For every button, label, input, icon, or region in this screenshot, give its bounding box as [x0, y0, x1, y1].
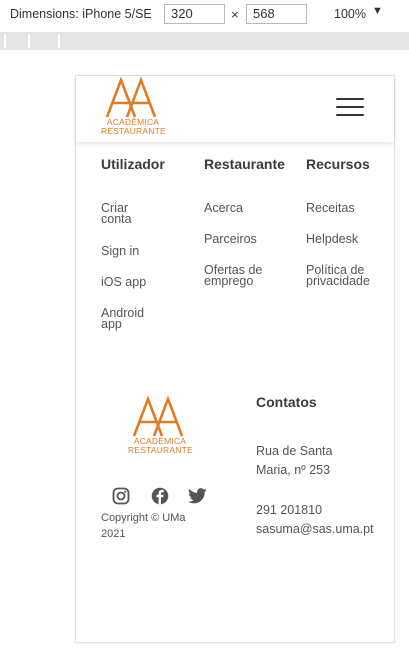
height-input[interactable]: 568 — [246, 4, 307, 24]
zoom-selector[interactable]: 100% — [334, 7, 366, 21]
link-politica-de-privacidade[interactable]: Política de privacidade — [306, 264, 381, 288]
column-title-recursos: Recursos — [306, 156, 370, 172]
instagram-icon[interactable] — [112, 487, 130, 505]
width-input[interactable]: 320 — [164, 4, 225, 24]
address-line1: Rua de Santa — [256, 444, 333, 458]
site-logo[interactable]: ACADÉMICA RESTAURANTE — [101, 76, 166, 136]
copyright-year: 2021 — [101, 528, 126, 540]
column-title-restaurante: Restaurante — [204, 156, 285, 172]
hamburger-bar — [336, 106, 364, 109]
ruler-segment[interactable] — [30, 34, 60, 48]
site-header: ACADÉMICA RESTAURANTE — [76, 76, 394, 142]
footer-logo[interactable]: ACADÉMICA RESTAURANTE — [128, 395, 193, 455]
email-link[interactable]: sasuma@sas.uma.pt — [256, 520, 374, 539]
link-parceiros[interactable]: Parceiros — [204, 233, 257, 246]
phone-number[interactable]: 291 201810 — [256, 501, 322, 520]
logo-text-line2: RESTAURANTE — [101, 126, 166, 136]
copyright-text: Copyright © UMa 2021 — [101, 510, 186, 542]
logo-mark-icon — [105, 76, 157, 118]
link-ios-app[interactable]: iOS app — [101, 276, 146, 289]
logo-text-line2: RESTAURANTE — [128, 445, 193, 455]
media-query-ruler[interactable] — [0, 32, 409, 50]
ruler-segment[interactable] — [6, 34, 30, 48]
logo-mark-icon — [132, 395, 184, 437]
address-line2: Maria, nº 253 — [256, 463, 331, 477]
hamburger-bar — [336, 98, 364, 101]
menu-hamburger-icon[interactable] — [336, 98, 366, 118]
facebook-icon[interactable] — [151, 487, 169, 505]
link-receitas[interactable]: Receitas — [306, 202, 355, 215]
contacts-title: Contatos — [256, 394, 317, 410]
devtools-device-toolbar: Dimensions: iPhone 5/SE 320 × 568 100% ▼ — [0, 0, 409, 32]
column-title-utilizador: Utilizador — [101, 156, 165, 172]
link-sign-in[interactable]: Sign in — [101, 245, 139, 258]
link-criar-conta[interactable]: Criar conta — [101, 202, 151, 226]
chevron-down-icon[interactable]: ▼ — [372, 5, 383, 17]
times-separator: × — [231, 7, 239, 22]
hamburger-bar — [336, 114, 364, 117]
link-helpdesk[interactable]: Helpdesk — [306, 233, 358, 246]
link-ofertas-de-emprego[interactable]: Ofertas de emprego — [204, 264, 274, 288]
copyright-line1: Copyright © UMa — [101, 512, 186, 524]
twitter-icon[interactable] — [188, 487, 207, 505]
device-viewport: ACADÉMICA RESTAURANTE Utilizador Restaur… — [75, 75, 395, 643]
device-selector[interactable]: Dimensions: iPhone 5/SE — [10, 7, 152, 21]
link-acerca[interactable]: Acerca — [204, 202, 243, 215]
link-android-app[interactable]: Android app — [101, 307, 156, 331]
